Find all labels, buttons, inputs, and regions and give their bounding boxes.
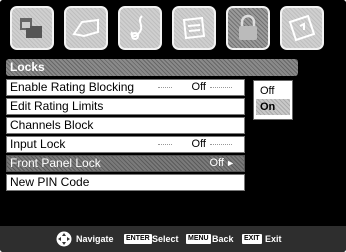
locks-menu: Enable Rating Blocking Off Edit Rating L… [6, 79, 245, 193]
menu-item-new-pin-code[interactable]: New PIN Code [6, 174, 245, 191]
exit-key-icon: EXIT [242, 234, 262, 244]
menu-key-icon: MENU [186, 234, 211, 244]
dotted-leader [210, 144, 232, 145]
menu-icon-bar [0, 0, 346, 56]
menu-item-front-panel-lock[interactable]: Front Panel Lock Off ► [6, 155, 245, 172]
menu-item-label: Enable Rating Blocking [10, 80, 135, 94]
dotted-leader [158, 144, 172, 145]
menu-item-label: Edit Rating Limits [10, 99, 104, 113]
dotted-leader [210, 87, 232, 88]
navigate-label: Navigate [76, 234, 114, 244]
footer-help-bar: Navigate ENTER Select MENU Back EXIT Exi… [0, 226, 346, 252]
select-label: Select [152, 234, 179, 244]
enter-key-icon: ENTER [124, 234, 152, 244]
menu-item-label: Front Panel Lock [10, 156, 101, 170]
menu-item-value: Off [191, 81, 206, 93]
option-popup: Off On [253, 80, 293, 120]
menu-title: Locks [6, 59, 298, 76]
menu-item-input-lock[interactable]: Input Lock Off [6, 136, 245, 153]
sound-icon[interactable] [64, 6, 108, 50]
navigate-dpad-icon [56, 231, 72, 247]
back-label: Back [212, 234, 234, 244]
menu-item-label: Channels Block [10, 118, 94, 132]
dotted-leader [158, 87, 172, 88]
arrow-right-icon: ► [226, 158, 235, 168]
menu-item-edit-rating-limits[interactable]: Edit Rating Limits [6, 98, 245, 115]
menu-item-value: Off [191, 138, 206, 150]
picture-icon[interactable] [10, 6, 54, 50]
option-off[interactable]: Off [256, 83, 290, 99]
menu-item-enable-rating-blocking[interactable]: Enable Rating Blocking Off [6, 79, 245, 96]
tv-screen: Locks Enable Rating Blocking Off Edit Ra… [0, 0, 346, 252]
setup-icon[interactable] [172, 6, 216, 50]
menu-item-label: New PIN Code [10, 175, 90, 189]
lock-icon[interactable] [226, 6, 270, 50]
menu-item-label: Input Lock [10, 137, 66, 151]
menu-item-channels-block[interactable]: Channels Block [6, 117, 245, 134]
music-icon[interactable] [118, 6, 162, 50]
application-icon[interactable] [280, 6, 324, 50]
option-on[interactable]: On [256, 99, 290, 115]
exit-label: Exit [265, 234, 282, 244]
menu-item-value: Off [209, 157, 224, 169]
